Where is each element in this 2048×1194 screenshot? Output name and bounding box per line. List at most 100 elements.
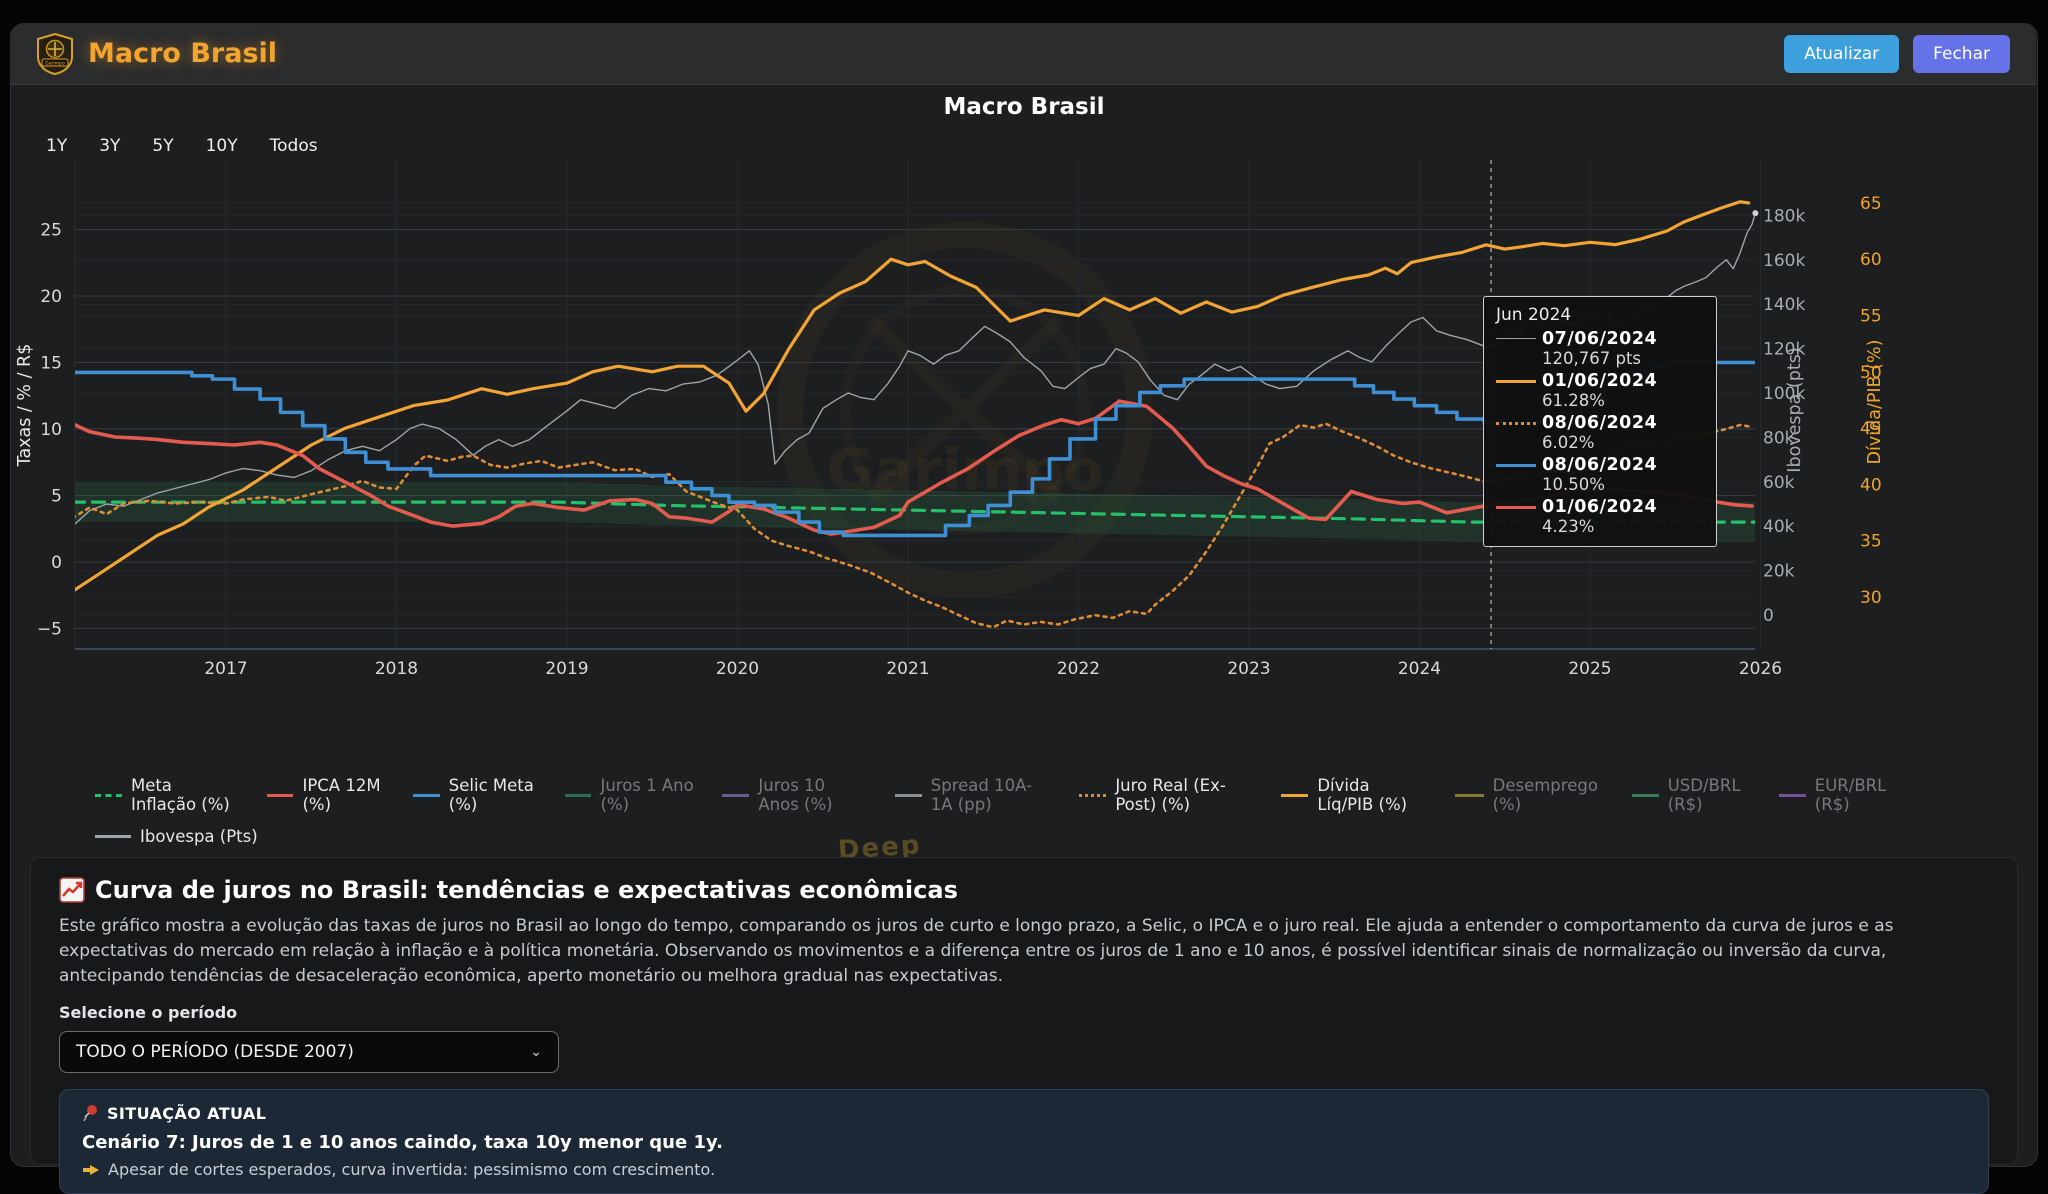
- svg-text:25: 25: [40, 221, 62, 241]
- svg-text:2022: 2022: [1057, 659, 1100, 679]
- legend-item[interactable]: Ibovespa (Pts): [95, 827, 258, 846]
- legend-item[interactable]: Dívida Líq/PIB (%): [1281, 776, 1427, 814]
- legend-label: EUR/BRL (R$): [1815, 776, 1898, 814]
- tooltip-row-date: 08/06/2024: [1542, 455, 1704, 475]
- svg-text:140k: 140k: [1763, 295, 1805, 315]
- svg-text:20: 20: [40, 287, 62, 307]
- range-selector: 1Y 3Y 5Y 10Y Todos: [42, 134, 322, 158]
- tooltip-row-date: 01/06/2024: [1542, 497, 1704, 517]
- app-window: Garimpo2520151050−5201720182019202020212…: [0, 0, 2048, 1192]
- chevron-down-icon: ⌄: [530, 1044, 542, 1060]
- tooltip-row-value: 4.23%: [1542, 517, 1704, 536]
- legend-item[interactable]: IPCA 12M (%): [267, 776, 386, 814]
- svg-text:2024: 2024: [1398, 659, 1441, 679]
- svg-text:2026: 2026: [1739, 659, 1782, 679]
- situation-card: SITUAÇÃO ATUAL Cenário 7: Juros de 1 e 1…: [59, 1089, 1989, 1194]
- situation-note: Apesar de cortes esperados, curva invert…: [82, 1160, 1966, 1179]
- legend-line-sample: [95, 835, 131, 838]
- legend-line-sample: [1281, 794, 1308, 797]
- tooltip-row-value: 120,767 pts: [1542, 349, 1704, 368]
- legend-line-sample: [895, 794, 922, 797]
- legend-line-sample: [722, 794, 749, 797]
- legend-item[interactable]: Juro Real (Ex-Post) (%): [1079, 776, 1254, 814]
- svg-text:35: 35: [1860, 532, 1882, 552]
- tooltip-row-ipca: 01/06/20244.23%: [1496, 497, 1704, 536]
- svg-text:2021: 2021: [886, 659, 929, 679]
- tooltip-row-value: 61.28%: [1542, 391, 1704, 410]
- tooltip-line-sample: [1496, 380, 1536, 383]
- legend-line-sample: [1455, 794, 1484, 797]
- tooltip-row-juro-real: 08/06/20246.02%: [1496, 413, 1704, 452]
- tooltip-line-sample: [1496, 422, 1536, 425]
- svg-text:30: 30: [1860, 588, 1882, 608]
- update-button[interactable]: Atualizar: [1784, 35, 1899, 73]
- pushpin-icon: [82, 1104, 99, 1123]
- legend-line-sample: [1779, 794, 1806, 797]
- legend-line-sample: [95, 794, 122, 797]
- legend-label: Desemprego (%): [1493, 776, 1605, 814]
- legend-item[interactable]: Meta Inflação (%): [95, 776, 240, 814]
- svg-text:160k: 160k: [1763, 251, 1805, 271]
- svg-text:0: 0: [1763, 606, 1774, 626]
- period-select-label: Selecione o período: [59, 1003, 1989, 1022]
- legend-item[interactable]: Spread 10A-1A (pp): [895, 776, 1052, 814]
- legend-label: Spread 10A-1A (pp): [931, 776, 1053, 814]
- svg-text:40k: 40k: [1763, 517, 1795, 537]
- legend-item[interactable]: Juros 1 Ano (%): [565, 776, 696, 814]
- legend-label: IPCA 12M (%): [302, 776, 385, 814]
- period-select[interactable]: TODO O PERÍODO (DESDE 2007) ⌄: [59, 1031, 559, 1073]
- legend-item[interactable]: EUR/BRL (R$): [1779, 776, 1898, 814]
- legend-label: Juros 10 Anos (%): [758, 776, 867, 814]
- situation-heading: SITUAÇÃO ATUAL: [82, 1104, 1966, 1123]
- svg-text:2019: 2019: [545, 659, 588, 679]
- svg-text:40: 40: [1860, 475, 1882, 495]
- range-button-1y[interactable]: 1Y: [42, 134, 71, 158]
- tooltip-row-date: 01/06/2024: [1542, 371, 1704, 391]
- situation-scenario: Cenário 7: Juros de 1 e 10 anos caindo, …: [82, 1132, 1966, 1153]
- pointing-right-icon: [82, 1163, 100, 1177]
- legend-item[interactable]: Juros 10 Anos (%): [722, 776, 867, 814]
- svg-text:5: 5: [51, 487, 62, 507]
- tooltip-line-sample: [1496, 338, 1536, 339]
- legend-label: Meta Inflação (%): [131, 776, 240, 814]
- legend-item[interactable]: USD/BRL (R$): [1632, 776, 1752, 814]
- legend-line-sample: [1079, 794, 1106, 797]
- legend-item[interactable]: Desemprego (%): [1455, 776, 1605, 814]
- legend-item[interactable]: Selic Meta (%): [413, 776, 538, 814]
- legend-label: Juro Real (Ex-Post) (%): [1115, 776, 1254, 814]
- tooltip-row-date: 07/06/2024: [1542, 329, 1704, 349]
- tooltip-row-divida: 01/06/202461.28%: [1496, 371, 1704, 410]
- tooltip-row-value: 6.02%: [1542, 433, 1704, 452]
- svg-text:2020: 2020: [716, 659, 759, 679]
- info-title-text: Curva de juros no Brasil: tendências e e…: [95, 876, 958, 904]
- situation-note-text: Apesar de cortes esperados, curva invert…: [108, 1160, 715, 1179]
- legend-line-sample: [1632, 794, 1659, 797]
- tooltip-row-date: 08/06/2024: [1542, 413, 1704, 433]
- svg-text:10: 10: [40, 420, 62, 440]
- close-button[interactable]: Fechar: [1913, 35, 2010, 73]
- brand: Garimpo Macro Brasil: [36, 33, 277, 75]
- range-button-10y[interactable]: 10Y: [202, 134, 242, 158]
- svg-text:Taxas / % / R$: Taxas / % / R$: [15, 344, 35, 468]
- svg-text:Ibovespa (pts): Ibovespa (pts): [1785, 347, 1805, 472]
- svg-text:2023: 2023: [1227, 659, 1270, 679]
- range-button-todos[interactable]: Todos: [266, 134, 322, 158]
- svg-text:65: 65: [1860, 194, 1882, 214]
- svg-text:2025: 2025: [1568, 659, 1611, 679]
- range-button-5y[interactable]: 5Y: [148, 134, 177, 158]
- legend-label: Juros 1 Ano (%): [600, 776, 695, 814]
- legend-line-sample: [565, 794, 592, 797]
- chart-increasing-icon: [59, 877, 85, 903]
- situation-heading-text: SITUAÇÃO ATUAL: [107, 1104, 266, 1123]
- tooltip-row-value: 10.50%: [1542, 475, 1704, 494]
- legend-label: Selic Meta (%): [449, 776, 538, 814]
- garimpo-crest-icon: Garimpo: [36, 33, 74, 75]
- svg-text:55: 55: [1860, 307, 1882, 327]
- range-button-3y[interactable]: 3Y: [95, 134, 124, 158]
- legend-label: Ibovespa (Pts): [140, 827, 258, 846]
- chart-title: Macro Brasil: [0, 94, 2048, 120]
- legend-line-sample: [267, 794, 294, 797]
- svg-text:2018: 2018: [375, 659, 418, 679]
- svg-text:Dívida/PIB (%): Dívida/PIB (%): [1865, 340, 1885, 465]
- tooltip-line-sample: [1496, 464, 1536, 467]
